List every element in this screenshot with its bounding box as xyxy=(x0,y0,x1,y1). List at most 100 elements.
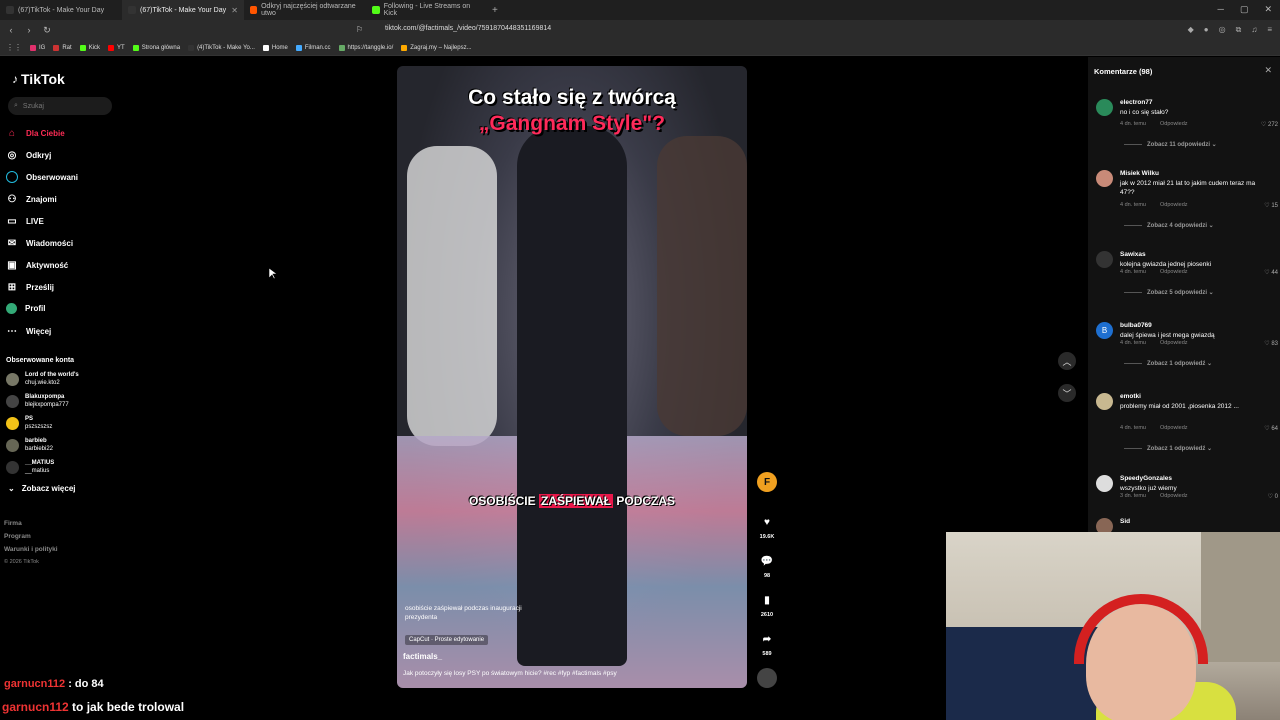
comment-likes[interactable]: ♡ 64 xyxy=(1264,425,1278,432)
video-author[interactable]: factimals_ xyxy=(403,652,442,661)
reply-button[interactable]: Odpowiedz xyxy=(1160,493,1188,499)
comment-user[interactable]: SpeedyGonzales xyxy=(1120,475,1172,482)
share-button[interactable]: ➦ 589 xyxy=(755,631,779,658)
close-icon[interactable]: ✕ xyxy=(1264,65,1272,76)
comment-button[interactable]: 💬 98 xyxy=(755,553,779,580)
followed-account[interactable]: PS pszszszsz xyxy=(6,415,52,431)
new-tab-icon[interactable]: + xyxy=(492,5,498,16)
bookmark-icon[interactable]: ⚐ xyxy=(356,25,363,34)
sidebar-item-following[interactable]: Obserwowani xyxy=(6,171,78,183)
view-replies-button[interactable]: Zobacz 5 odpowiedzi ⌄ xyxy=(1124,289,1214,296)
browser-tab[interactable]: (67)TikTok - Make Your Day xyxy=(0,0,122,20)
maximize-icon[interactable]: ▢ xyxy=(1240,4,1249,15)
comment-user[interactable]: Sawixas xyxy=(1120,251,1146,258)
avatar[interactable] xyxy=(1096,99,1113,116)
sidebar-item-more[interactable]: ⋯ Więcej xyxy=(6,325,51,337)
tiktok-logo[interactable]: ♪ TikTok xyxy=(12,71,65,87)
extensions-icon[interactable]: ⧉ xyxy=(1236,25,1242,35)
capcut-badge[interactable]: CapCut · Proste edytowanie xyxy=(405,635,489,645)
extension-icon[interactable]: ● xyxy=(1204,25,1209,35)
chat-nick: garnucn112 xyxy=(2,700,69,714)
footer-link[interactable]: Program xyxy=(4,530,58,543)
search-icon: ⌕ xyxy=(14,102,18,109)
followed-account[interactable]: __MATIUS __matius xyxy=(6,459,54,475)
followed-account[interactable]: Blakuxpompa blejkxpompa777 xyxy=(6,393,69,409)
bookmark[interactable]: Rat xyxy=(53,44,72,51)
sidebar-item-for-you[interactable]: ⌂ Dla Ciebie xyxy=(6,127,65,139)
apps-icon[interactable]: ⋮⋮ xyxy=(6,43,22,52)
bookmark[interactable]: YT xyxy=(108,44,125,51)
sidebar-item-friends[interactable]: ⚇ Znajomi xyxy=(6,193,57,205)
bookmark[interactable]: IG xyxy=(30,44,45,51)
close-window-icon[interactable]: ✕ xyxy=(1264,4,1272,15)
avatar[interactable] xyxy=(1096,475,1113,492)
footer-link[interactable]: Warunki i polityki xyxy=(4,543,58,556)
avatar[interactable] xyxy=(1096,251,1113,268)
comment-likes[interactable]: ♡ 0 xyxy=(1268,493,1278,500)
view-replies-label: Zobacz 4 odpowiedzi xyxy=(1147,223,1208,229)
view-replies-button[interactable]: Zobacz 1 odpowiedź ⌄ xyxy=(1124,360,1212,367)
bookmark[interactable]: Zagraj.my – Najlepsz... xyxy=(401,44,472,51)
browser-tab[interactable]: Following - Live Streams on Kick xyxy=(366,0,488,20)
like-button[interactable]: ♥ 19.6K xyxy=(755,514,779,541)
avatar[interactable] xyxy=(1096,393,1113,410)
avatar[interactable]: B xyxy=(1096,322,1113,339)
bookmark[interactable]: Strona główna xyxy=(132,44,180,51)
extension-icon[interactable]: ◆ xyxy=(1188,25,1194,35)
reload-icon[interactable]: ↻ xyxy=(40,25,54,36)
bookmark[interactable]: Kick xyxy=(79,44,100,51)
following-icon xyxy=(6,171,18,183)
bookmark[interactable]: https://tanggle.io/ xyxy=(338,44,393,51)
browser-tab-active[interactable]: (67)TikTok - Make Your Day ✕ xyxy=(122,0,244,20)
followed-account[interactable]: barbieb barbiebi22 xyxy=(6,437,53,453)
sidebar-item-profile[interactable]: Profil xyxy=(6,303,45,314)
comment-likes[interactable]: ♡ 83 xyxy=(1264,340,1278,347)
sidebar-item-live[interactable]: ▭ LIVE xyxy=(6,215,44,227)
save-button[interactable]: ▮ 2610 xyxy=(755,592,779,619)
view-replies-button[interactable]: Zobacz 4 odpowiedzi ⌄ xyxy=(1124,222,1214,229)
avatar[interactable] xyxy=(1096,170,1113,187)
comment-likes[interactable]: ♡ 15 xyxy=(1264,202,1278,209)
video-player[interactable]: Co stało się z twórcą „Gangnam Style"? O… xyxy=(397,66,747,688)
sidebar-item-explore[interactable]: ◎ Odkryj xyxy=(6,149,52,161)
comment-time: 4 dn. temu xyxy=(1120,269,1146,275)
sidebar-item-messages[interactable]: ✉ Wiadomości xyxy=(6,237,73,249)
browser-tab[interactable]: Odkryj najczęściej odtwarzane utwo xyxy=(244,0,366,20)
forward-icon[interactable]: › xyxy=(22,25,36,35)
media-icon[interactable]: ♫ xyxy=(1251,25,1257,35)
close-tab-icon[interactable]: ✕ xyxy=(231,6,238,15)
see-more-button[interactable]: ⌄ Zobacz więcej xyxy=(8,484,76,493)
comment-user[interactable]: emotki xyxy=(1120,393,1141,400)
reply-button[interactable]: Odpowiedz xyxy=(1160,340,1188,346)
reply-button[interactable]: Odpowiedz xyxy=(1160,121,1188,127)
comment-likes[interactable]: ♡ 44 xyxy=(1264,269,1278,276)
sidebar-item-upload[interactable]: ⊞ Prześlij xyxy=(6,281,54,293)
heart-outline-icon: ♡ xyxy=(1267,494,1273,500)
comment-user[interactable]: Misiek Wilku xyxy=(1120,170,1159,177)
reply-button[interactable]: Odpowiedz xyxy=(1160,425,1188,431)
back-icon[interactable]: ‹ xyxy=(4,25,18,35)
menu-icon[interactable]: ≡ xyxy=(1267,25,1272,35)
view-replies-button[interactable]: Zobacz 11 odpowiedzi ⌄ xyxy=(1124,141,1217,148)
tiktok-icon xyxy=(6,6,14,14)
bookmark[interactable]: Filman.cc xyxy=(295,44,331,51)
extension-icon[interactable]: ◎ xyxy=(1219,25,1226,35)
author-avatar-button[interactable]: F xyxy=(755,472,779,496)
sidebar-item-activity[interactable]: ▣ Aktywność xyxy=(6,259,68,271)
previous-video-button[interactable]: ︿ xyxy=(1058,352,1076,370)
bookmark[interactable]: Home xyxy=(262,44,288,51)
reply-button[interactable]: Odpowiedz xyxy=(1160,269,1188,275)
comment-likes[interactable]: ♡ 272 xyxy=(1261,121,1278,128)
url-field[interactable]: tiktok.com/@factimals_/video/75918704483… xyxy=(385,25,551,32)
minimize-icon[interactable]: ─ xyxy=(1218,4,1224,15)
followed-account[interactable]: Lord of the world's chuj.wie.kto2 xyxy=(6,371,79,387)
footer-link[interactable]: Firma xyxy=(4,517,58,530)
next-video-button[interactable]: ﹀ xyxy=(1058,384,1076,402)
comment-user[interactable]: electron77 xyxy=(1120,99,1153,106)
bookmark[interactable]: (4)TikTok - Make Yo... xyxy=(188,44,255,51)
comment-user[interactable]: bulba0769 xyxy=(1120,322,1152,329)
search-input[interactable]: ⌕ Szukaj xyxy=(8,97,112,115)
comment-user[interactable]: Sid xyxy=(1120,518,1130,525)
reply-button[interactable]: Odpowiedz xyxy=(1160,202,1188,208)
view-replies-button[interactable]: Zobacz 1 odpowiedź ⌄ xyxy=(1124,445,1212,452)
